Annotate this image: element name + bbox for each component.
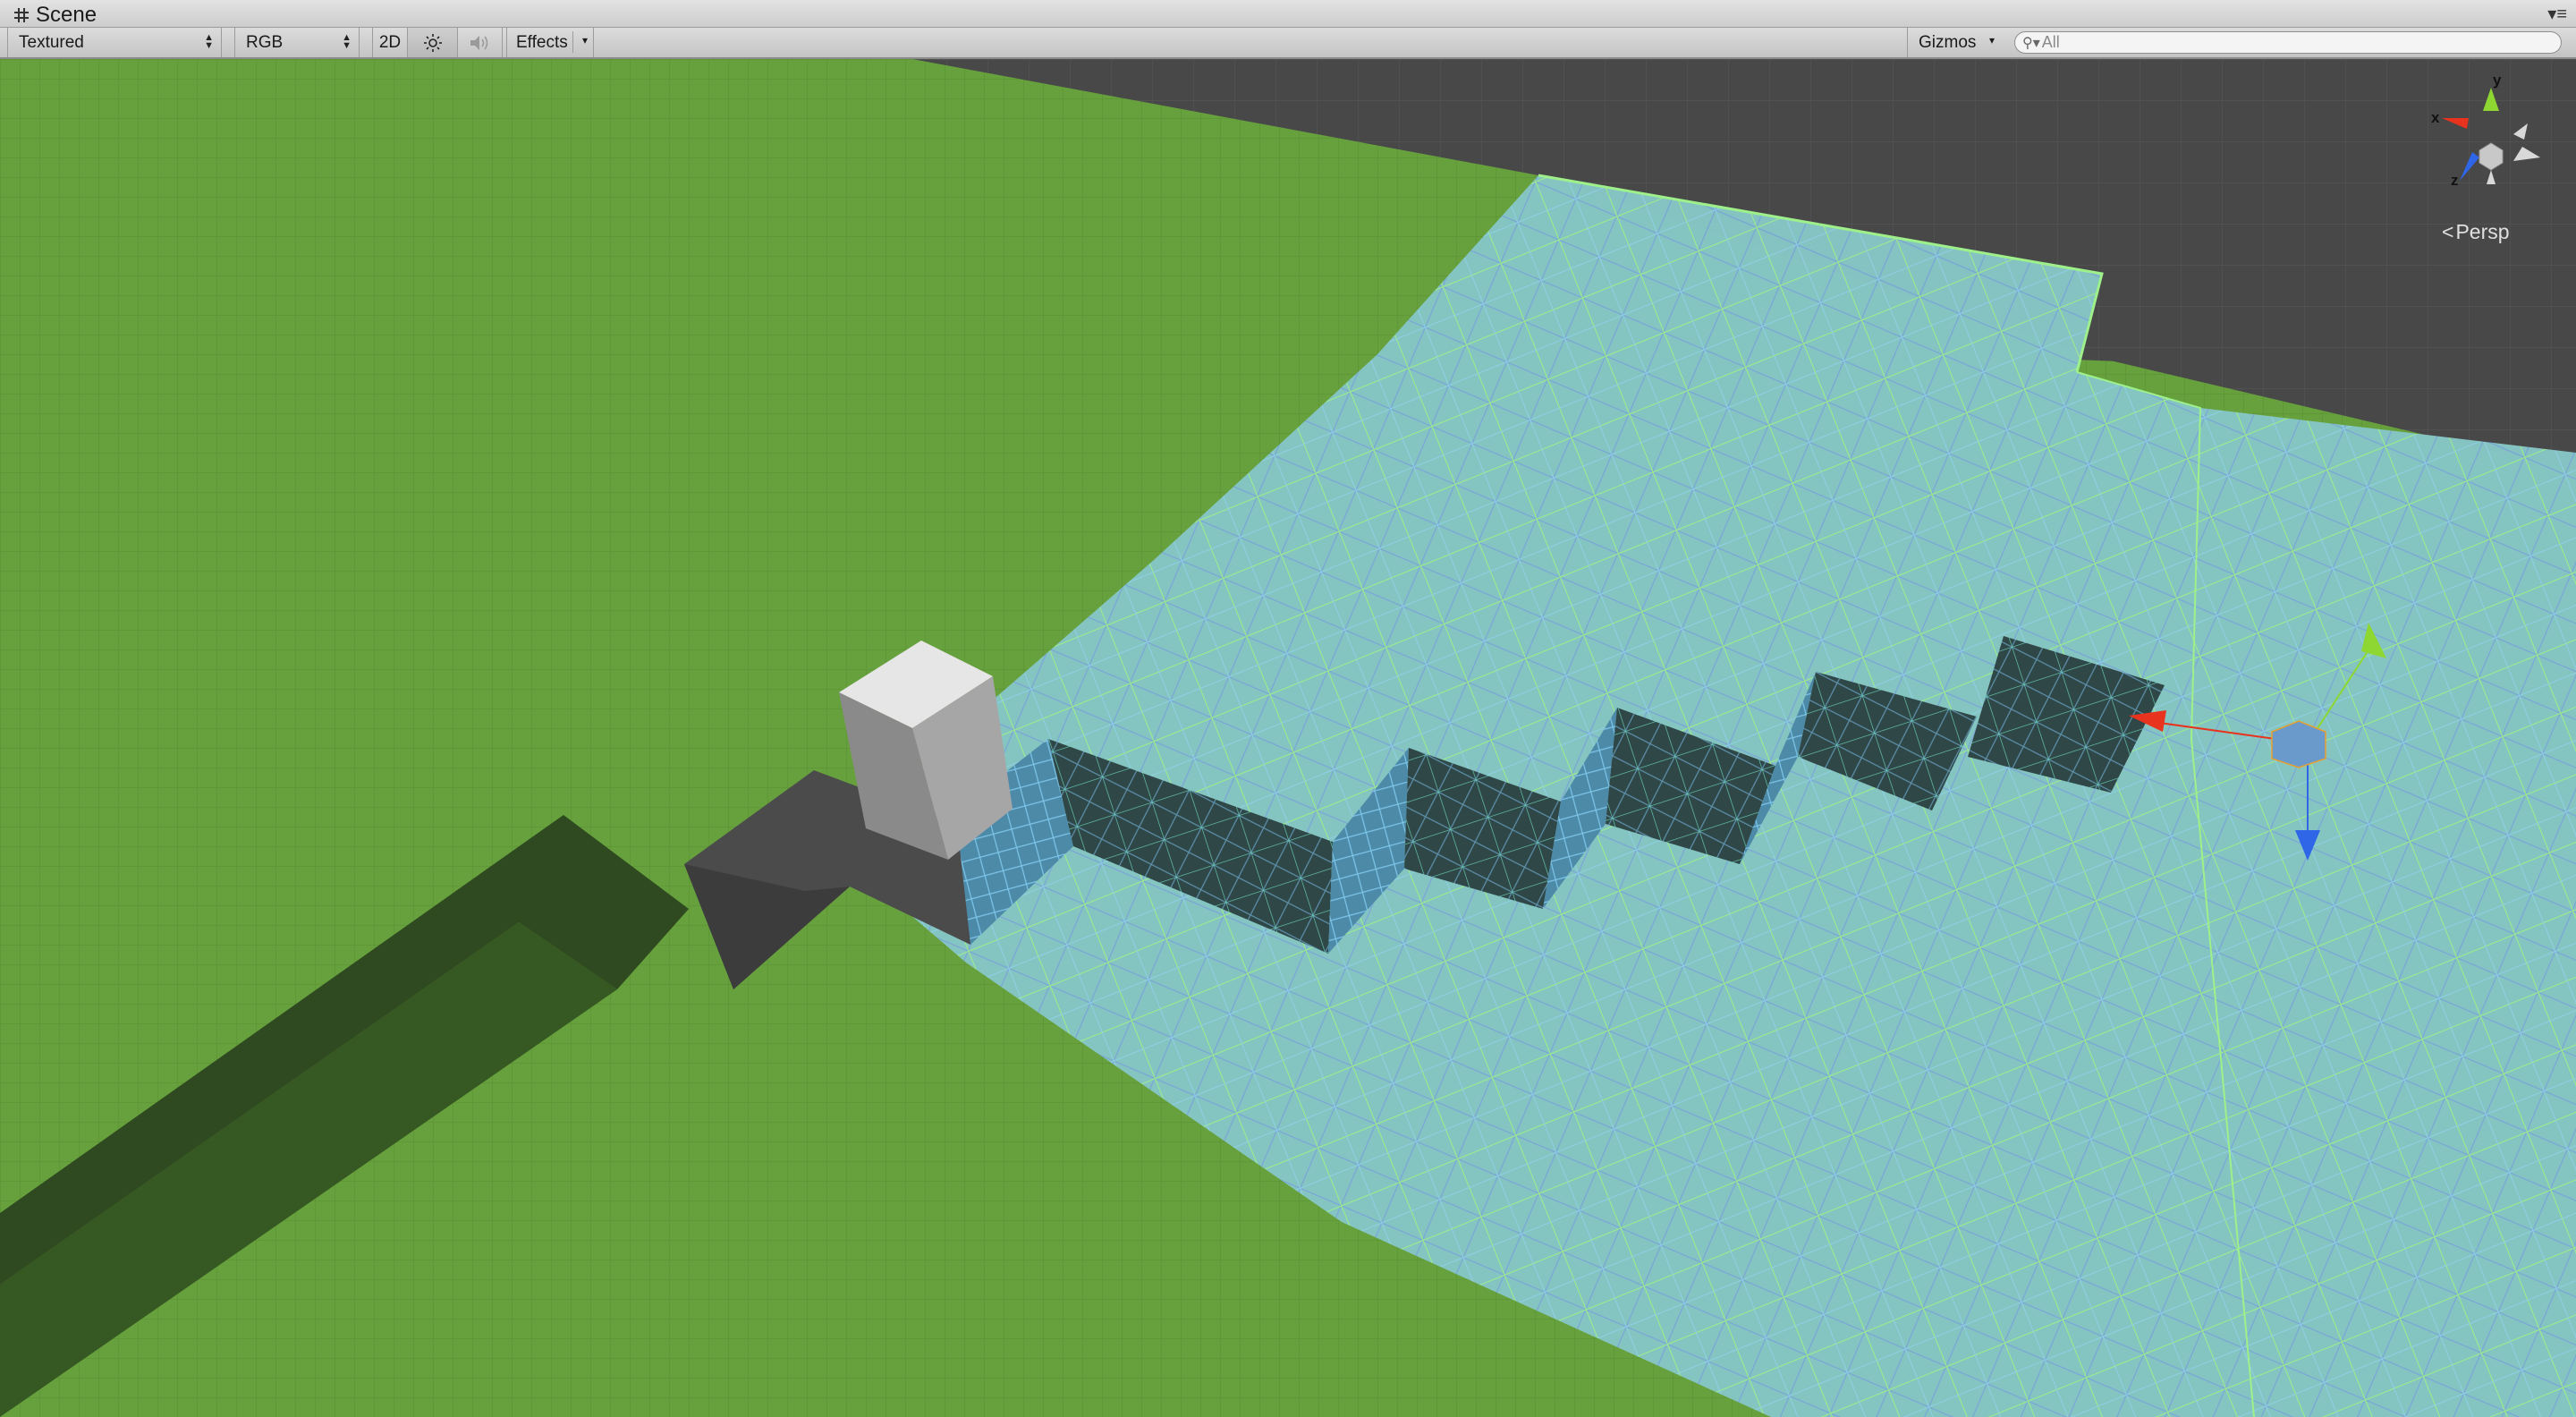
y-axis-label: y xyxy=(2493,72,2502,89)
axis-cube-icon[interactable] xyxy=(2424,72,2558,188)
effects-dropdown[interactable]: Effects ▾ xyxy=(506,28,594,57)
scene-search-field[interactable]: ⚲▾ xyxy=(2014,31,2562,54)
orientation-gizmo[interactable]: y x z xyxy=(2424,72,2558,189)
toggle-2d-button[interactable]: 2D xyxy=(372,28,408,57)
search-input[interactable] xyxy=(2041,33,2543,52)
scene-viewport[interactable] xyxy=(0,59,2576,1417)
dropdown-arrows-icon: ▲ ▼ xyxy=(342,32,352,51)
projection-toggle[interactable]: < Persp xyxy=(2442,220,2510,244)
scene-canvas[interactable] xyxy=(0,59,2576,1417)
chevron-left-icon: < xyxy=(2442,220,2454,243)
grid-icon xyxy=(14,7,29,22)
scene-toolbar: Textured ▲ ▼ RGB ▲ ▼ 2D Effects ▾ Gizmos… xyxy=(0,28,2576,59)
tab-menu-icon[interactable]: ▾≡ xyxy=(2547,5,2567,23)
render-mode-dropdown[interactable]: RGB ▲ ▼ xyxy=(234,28,360,57)
dropdown-arrows-icon: ▲ ▼ xyxy=(204,32,214,51)
tab-title: Scene xyxy=(36,2,97,27)
draw-mode-dropdown[interactable]: Textured ▲ ▼ xyxy=(7,28,222,57)
draw-mode-value: Textured xyxy=(19,32,84,52)
x-axis-label: x xyxy=(2431,109,2440,126)
divider xyxy=(572,31,573,53)
chevron-down-icon: ▾ xyxy=(1988,34,1995,47)
effects-label: Effects xyxy=(516,32,568,52)
projection-label: Persp xyxy=(2455,220,2510,243)
z-axis-label: z xyxy=(2451,172,2459,189)
tab-bar: Scene ▾≡ xyxy=(0,0,2576,28)
gizmos-label: Gizmos xyxy=(1919,32,1977,52)
gizmos-dropdown[interactable]: Gizmos ▾ xyxy=(1907,28,2004,57)
scene-lighting-button[interactable] xyxy=(408,28,458,57)
render-mode-value: RGB xyxy=(246,32,284,52)
selected-object-box xyxy=(2271,720,2326,768)
tab-scene[interactable]: Scene xyxy=(13,2,97,28)
speaker-icon xyxy=(470,35,487,50)
search-icon: ⚲▾ xyxy=(2022,35,2040,51)
scene-window: Scene ▾≡ Textured ▲ ▼ RGB ▲ ▼ 2D Effects… xyxy=(0,0,2576,1417)
scene-audio-button[interactable] xyxy=(458,28,503,57)
toggle-2d-label: 2D xyxy=(378,32,402,52)
chevron-down-icon: ▾ xyxy=(581,34,588,47)
sun-icon xyxy=(423,33,442,52)
